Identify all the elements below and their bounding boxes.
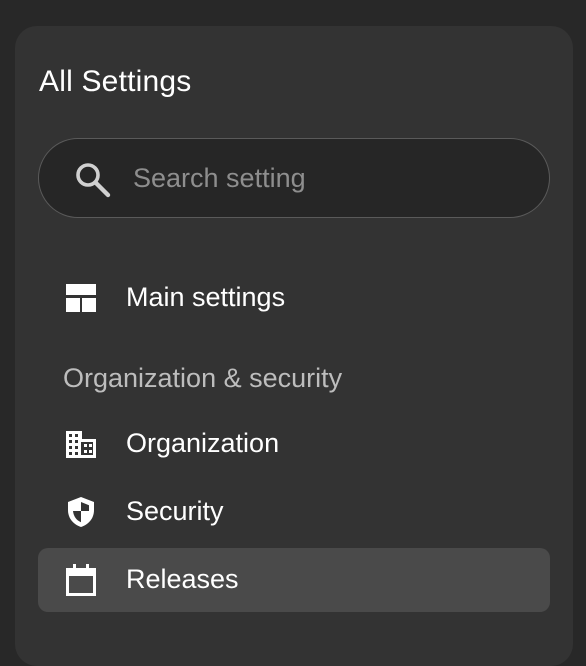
- sidebar-item-label: Main settings: [126, 282, 286, 312]
- sidebar-item-releases[interactable]: Releases: [38, 548, 550, 612]
- sidebar-item-security[interactable]: Security: [38, 480, 550, 544]
- panel-title: All Settings: [39, 65, 192, 98]
- settings-panel: All Settings Main settings Organization …: [15, 26, 573, 666]
- shield-icon: [68, 497, 94, 527]
- search-icon: [76, 163, 111, 198]
- sidebar-item-main-settings[interactable]: Main settings: [38, 266, 550, 330]
- layout-icon: [66, 284, 96, 312]
- building-icon: [66, 431, 96, 458]
- sidebar-item-organization[interactable]: Organization: [38, 412, 550, 476]
- search-input[interactable]: [133, 157, 523, 199]
- section-header-organization-security: Organization & security: [63, 363, 343, 393]
- calendar-icon: [66, 564, 96, 596]
- search-field[interactable]: [38, 138, 550, 218]
- sidebar-item-label: Security: [126, 496, 224, 526]
- sidebar-item-label: Releases: [126, 564, 239, 594]
- sidebar-item-label: Organization: [126, 428, 280, 458]
